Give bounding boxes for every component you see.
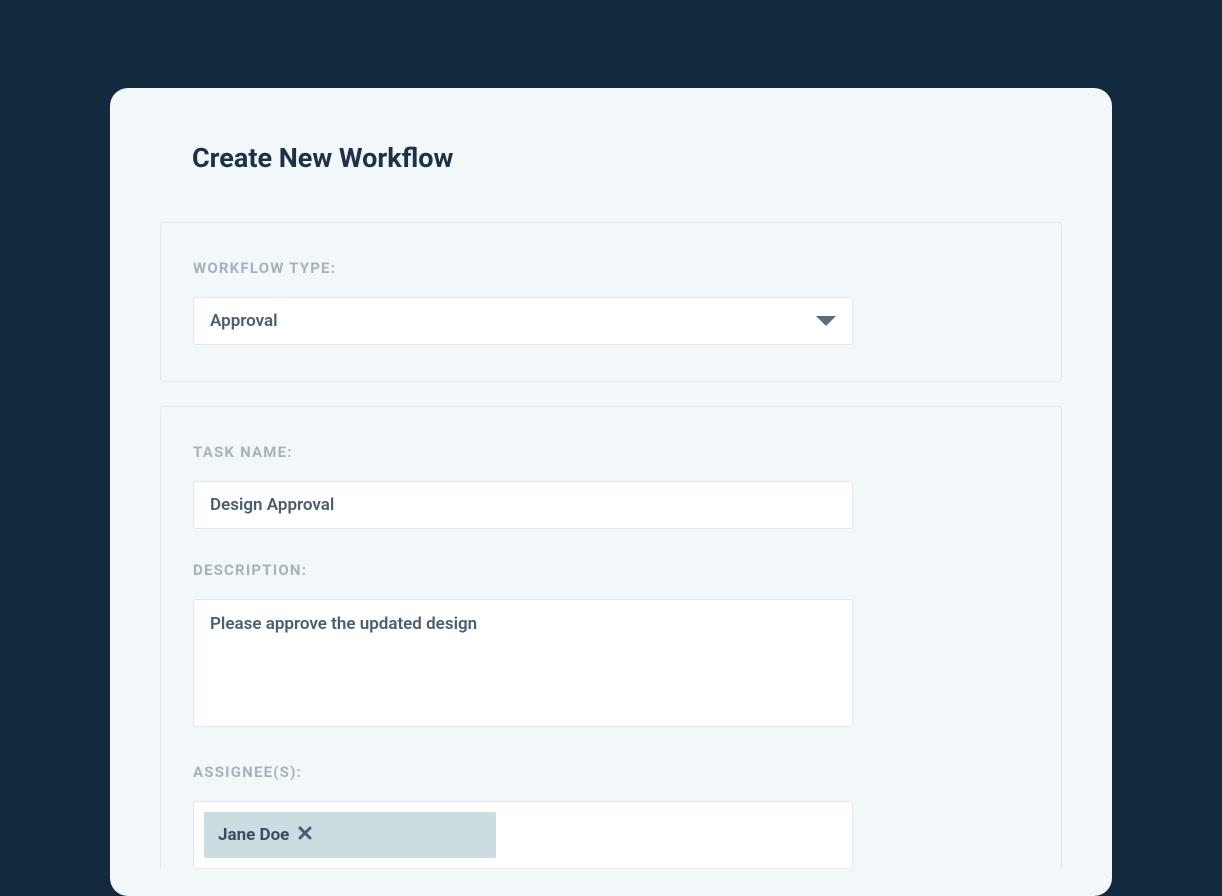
assignee-chip: Jane Doe <box>204 812 496 858</box>
task-name-input[interactable] <box>193 481 853 529</box>
task-details-section: TASK NAME: DESCRIPTION: ASSIGNEE(S): Jan… <box>160 406 1062 869</box>
create-workflow-modal: Create New Workflow WORKFLOW TYPE: Appro… <box>110 88 1112 896</box>
modal-title: Create New Workflow <box>192 142 1062 174</box>
workflow-type-section: WORKFLOW TYPE: Approval <box>160 222 1062 382</box>
workflow-type-value: Approval <box>210 311 278 331</box>
task-name-label: TASK NAME: <box>193 443 1029 461</box>
remove-assignee-icon[interactable] <box>297 825 313 845</box>
description-label: DESCRIPTION: <box>193 561 1029 579</box>
description-textarea[interactable] <box>193 599 853 727</box>
assignee-chip-label: Jane Doe <box>218 825 289 845</box>
assignees-label: ASSIGNEE(S): <box>193 763 1029 781</box>
assignees-input[interactable]: Jane Doe <box>193 801 853 869</box>
workflow-type-label: WORKFLOW TYPE: <box>193 259 1029 277</box>
chevron-down-icon <box>816 316 836 326</box>
workflow-type-select[interactable]: Approval <box>193 297 853 345</box>
